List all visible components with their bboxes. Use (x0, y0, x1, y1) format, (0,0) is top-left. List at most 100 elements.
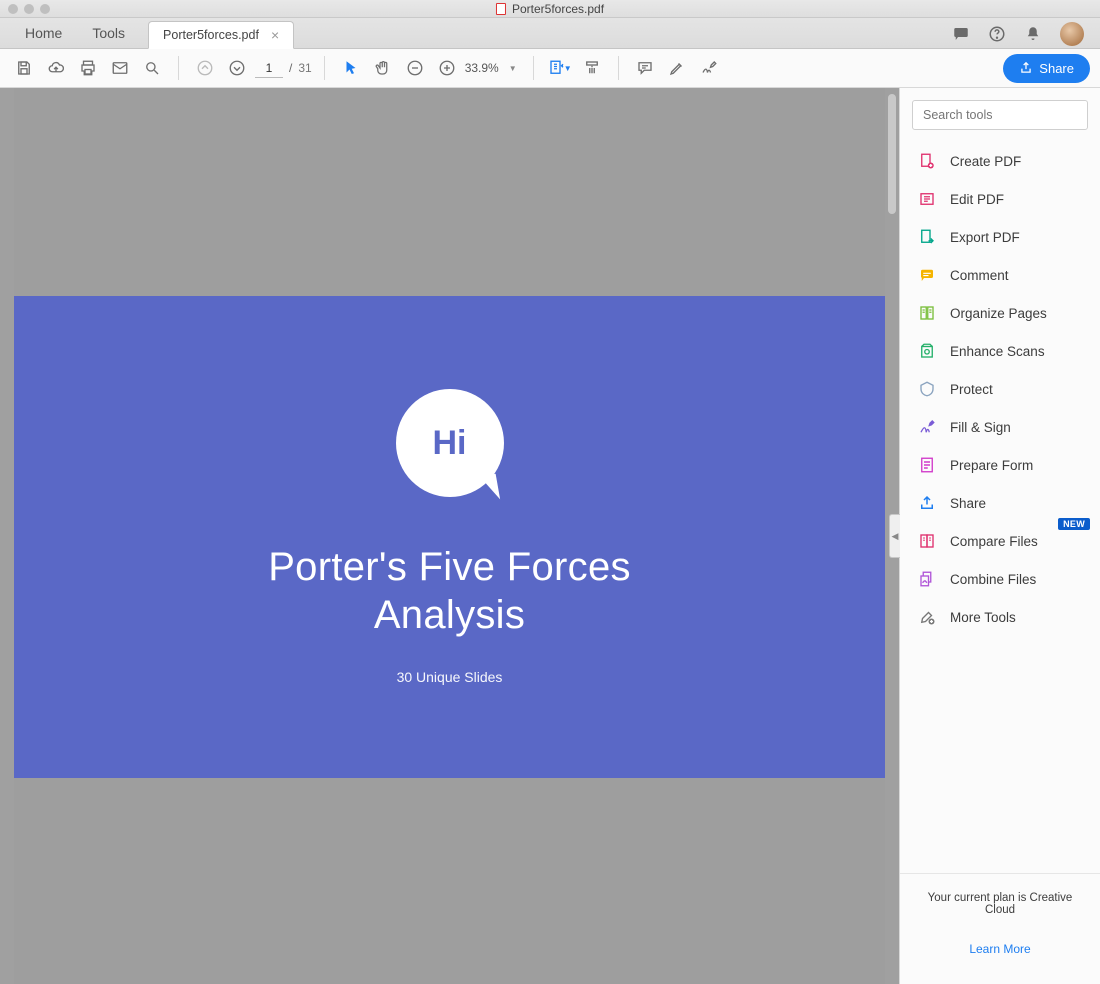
fit-page-icon[interactable]: ▼ (546, 54, 574, 82)
main-area: ▶ Hi Porter's Five Forces Analysis 30 Un… (0, 88, 1100, 984)
tools-list: Create PDF Edit PDF Export PDF Comment Organ… (900, 136, 1100, 642)
tool-create-pdf[interactable]: Create PDF (900, 142, 1100, 180)
page-indicator: / 31 (255, 59, 312, 78)
plan-text: Your current plan is Creative Cloud (914, 892, 1086, 916)
sticky-note-icon[interactable] (631, 54, 659, 82)
tool-label: Organize Pages (950, 306, 1047, 321)
tool-label: Comment (950, 268, 1009, 283)
document-stage[interactable]: Hi Porter's Five Forces Analysis 30 Uniq… (0, 88, 900, 984)
mac-titlebar: Porter5forces.pdf (0, 0, 1100, 18)
select-tool-icon[interactable] (337, 54, 365, 82)
tool-edit-pdf[interactable]: Edit PDF (900, 180, 1100, 218)
zoom-value: 33.9% (465, 61, 499, 75)
tool-compare-files[interactable]: Compare FilesNEW (900, 522, 1100, 560)
bubble-text: Hi (433, 424, 467, 463)
tool-icon (918, 456, 936, 474)
tab-bar: Home Tools Porter5forces.pdf × (0, 18, 1100, 49)
tool-label: Create PDF (950, 154, 1021, 169)
pdf-page: Hi Porter's Five Forces Analysis 30 Uniq… (14, 296, 885, 778)
tool-enhance-scans[interactable]: Enhance Scans (900, 332, 1100, 370)
tool-icon (918, 152, 936, 170)
tool-icon (918, 266, 936, 284)
toolbar-separator (618, 56, 619, 80)
tool-protect[interactable]: Protect (900, 370, 1100, 408)
right-panel-toggle[interactable]: ◀ (889, 514, 900, 558)
slide-subtitle: 30 Unique Slides (397, 669, 503, 685)
toolbar-separator (178, 56, 179, 80)
save-icon[interactable] (10, 54, 38, 82)
vertical-scrollbar[interactable] (888, 94, 896, 214)
find-icon[interactable] (138, 54, 166, 82)
tool-label: Protect (950, 382, 993, 397)
tool-icon (918, 608, 936, 626)
zoom-window-dot[interactable] (40, 4, 50, 14)
page-total: 31 (298, 61, 311, 75)
new-badge: NEW (1058, 518, 1090, 530)
tool-icon (918, 532, 936, 550)
tool-share[interactable]: Share (900, 484, 1100, 522)
help-icon[interactable] (988, 25, 1006, 43)
tool-organize-pages[interactable]: Organize Pages (900, 294, 1100, 332)
tool-prepare-form[interactable]: Prepare Form (900, 446, 1100, 484)
tool-label: Edit PDF (950, 192, 1004, 207)
tool-icon (918, 228, 936, 246)
plan-info: Your current plan is Creative Cloud Lear… (900, 873, 1100, 984)
tools-panel: Create PDF Edit PDF Export PDF Comment Organ… (900, 88, 1100, 984)
zoom-in-icon[interactable] (433, 54, 461, 82)
zoom-level[interactable]: 33.9% ▼ (465, 61, 521, 75)
email-icon[interactable] (106, 54, 134, 82)
tool-label: Combine Files (950, 572, 1036, 587)
chat-icon[interactable] (952, 25, 970, 43)
tool-icon (918, 418, 936, 436)
tab-home[interactable]: Home (10, 18, 77, 48)
minimize-window-dot[interactable] (24, 4, 34, 14)
page-width-icon[interactable] (578, 54, 606, 82)
close-window-dot[interactable] (8, 4, 18, 14)
search-tools-input[interactable] (912, 100, 1088, 130)
user-avatar[interactable] (1060, 22, 1084, 46)
signature-icon[interactable] (695, 54, 723, 82)
page-down-icon[interactable] (223, 54, 251, 82)
speech-bubble-icon: Hi (396, 389, 504, 497)
page-separator: / (289, 61, 292, 75)
print-icon[interactable] (74, 54, 102, 82)
pdf-file-icon (496, 3, 506, 15)
highlight-icon[interactable] (663, 54, 691, 82)
tool-export-pdf[interactable]: Export PDF (900, 218, 1100, 256)
tool-more-tools[interactable]: More Tools (900, 598, 1100, 636)
tool-icon (918, 494, 936, 512)
chevron-down-icon: ▼ (509, 64, 517, 73)
page-up-icon[interactable] (191, 54, 219, 82)
tool-label: Enhance Scans (950, 344, 1045, 359)
tool-comment[interactable]: Comment (900, 256, 1100, 294)
slide-title: Porter's Five Forces Analysis (268, 543, 631, 639)
tool-combine-files[interactable]: Combine Files (900, 560, 1100, 598)
zoom-out-icon[interactable] (401, 54, 429, 82)
tab-tools[interactable]: Tools (77, 18, 140, 48)
tool-label: Fill & Sign (950, 420, 1011, 435)
window-controls[interactable] (8, 4, 50, 14)
bell-icon[interactable] (1024, 25, 1042, 43)
tool-icon (918, 190, 936, 208)
tool-label: Compare Files (950, 534, 1038, 549)
learn-more-link[interactable]: Learn More (914, 942, 1086, 956)
tool-label: Export PDF (950, 230, 1020, 245)
tool-fill-sign[interactable]: Fill & Sign (900, 408, 1100, 446)
tool-label: Prepare Form (950, 458, 1033, 473)
tab-document-label: Porter5forces.pdf (163, 28, 259, 42)
window-title: Porter5forces.pdf (496, 2, 604, 16)
tool-label: More Tools (950, 610, 1016, 625)
page-current-input[interactable] (255, 59, 283, 78)
tool-icon (918, 342, 936, 360)
tool-icon (918, 304, 936, 322)
share-button[interactable]: Share (1003, 54, 1090, 83)
window-title-text: Porter5forces.pdf (512, 2, 604, 16)
tab-document[interactable]: Porter5forces.pdf × (148, 21, 294, 49)
hand-tool-icon[interactable] (369, 54, 397, 82)
tab-close-icon[interactable]: × (271, 30, 279, 40)
tool-label: Share (950, 496, 986, 511)
toolbar-separator (324, 56, 325, 80)
cloud-upload-icon[interactable] (42, 54, 70, 82)
toolbar-separator (533, 56, 534, 80)
tool-icon (918, 570, 936, 588)
